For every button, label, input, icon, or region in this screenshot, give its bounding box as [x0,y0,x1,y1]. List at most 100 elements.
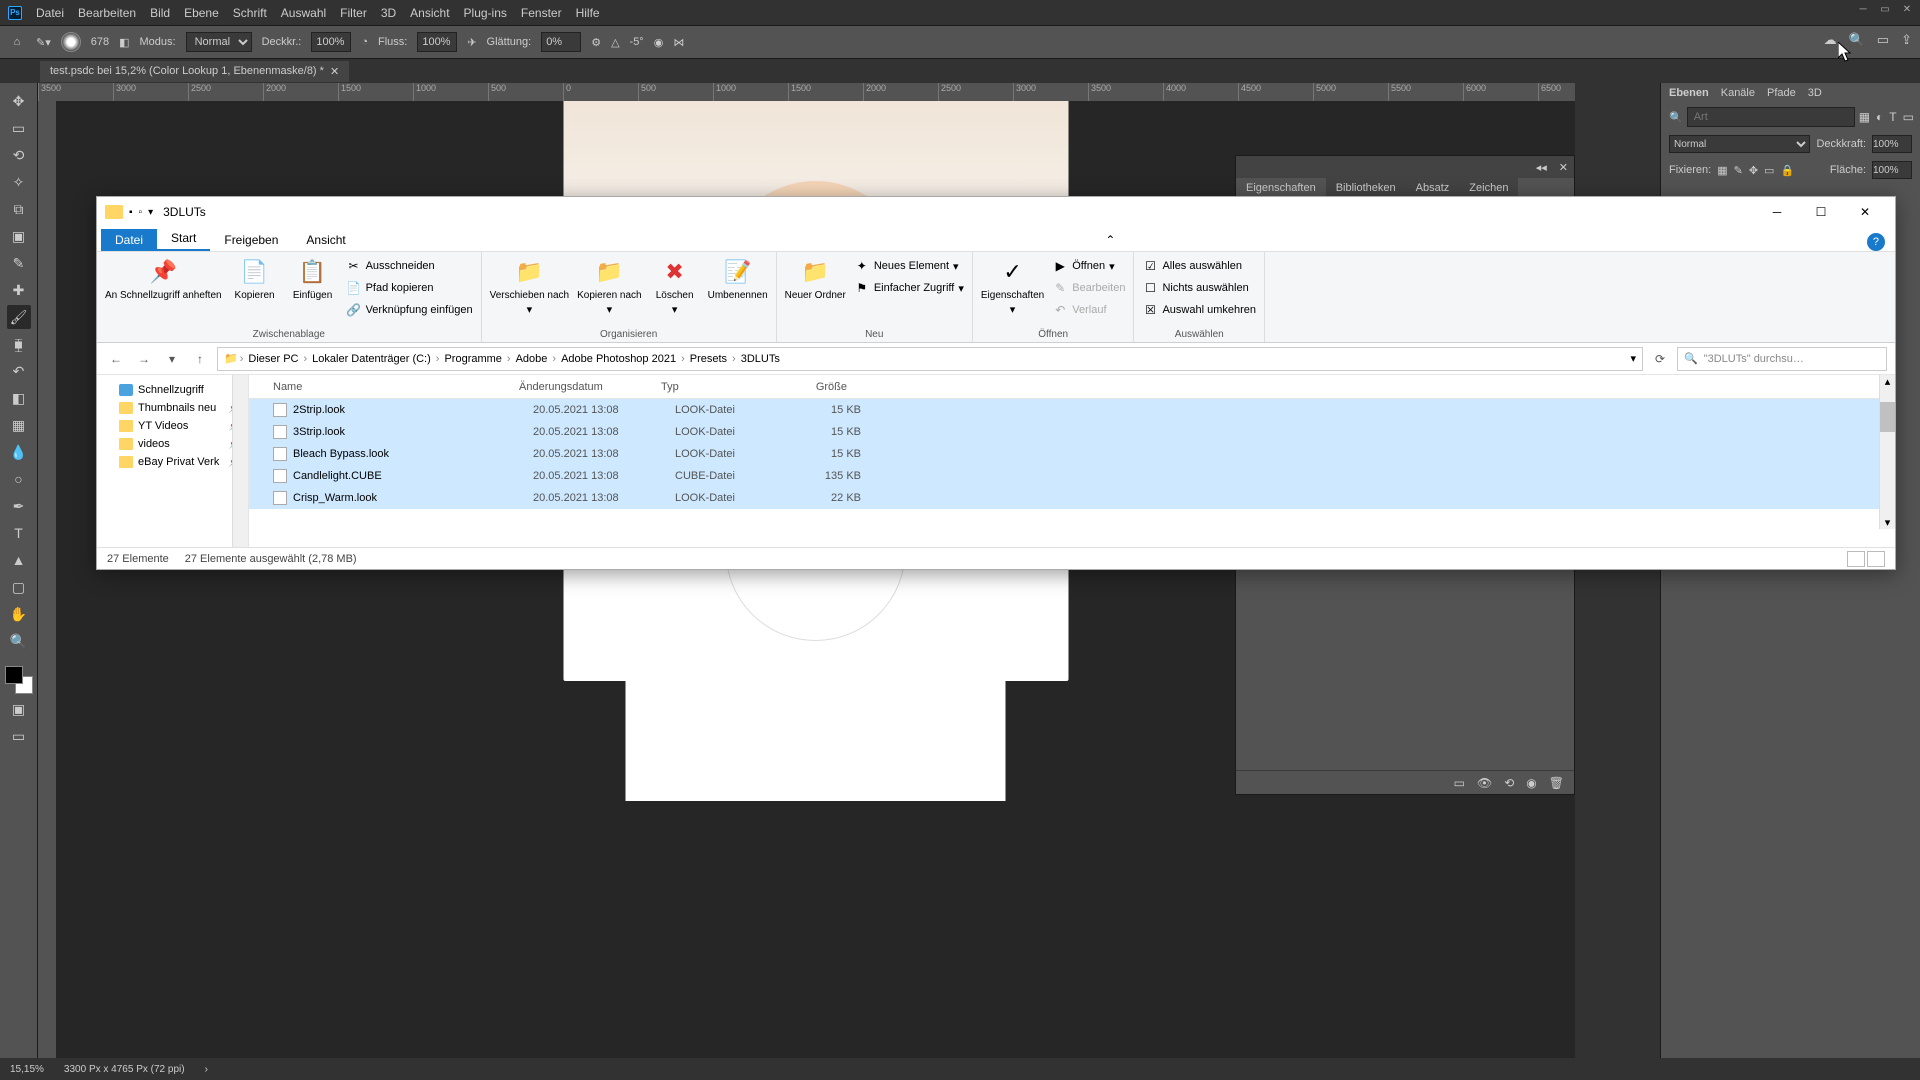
new-item-button[interactable]: ✦Neues Element ▾ [854,256,964,276]
nav-recent-icon[interactable]: ▾ [161,348,183,370]
zoom-level[interactable]: 15,15% [10,1064,44,1075]
copy-to-button[interactable]: 📁Kopieren nach▾ [577,256,642,316]
tab-zeichen[interactable]: Zeichen [1459,178,1518,198]
help-icon[interactable]: ? [1867,233,1885,251]
mask-view-icon[interactable]: 👁 [1477,776,1492,790]
menu-plugins[interactable]: Plug-ins [464,6,507,20]
maximize-icon[interactable]: ▭ [1878,4,1892,15]
bc-item[interactable]: Programme [441,353,504,365]
home-icon[interactable]: ⌂ [8,33,26,51]
qat-properties-icon[interactable]: ▪ [129,207,133,218]
filter-type-icon[interactable]: T [1889,110,1896,124]
glaettung-input[interactable] [541,32,581,52]
rename-button[interactable]: 📝Umbenennen [708,256,768,301]
eraser-tool-icon[interactable]: ◧ [7,386,31,410]
scroll-thumb[interactable] [1880,402,1895,432]
tab-ebenen[interactable]: Ebenen [1669,87,1709,99]
lock-artboard-icon[interactable]: ▭ [1764,164,1774,177]
bc-item[interactable]: Adobe [513,353,551,365]
blend-mode-select[interactable]: Normal [1669,135,1810,153]
tree-item[interactable]: YT Videos📌 [101,417,244,435]
bc-item[interactable]: Presets [687,353,730,365]
move-tool-icon[interactable]: ✥ [7,89,31,113]
tab-3d[interactable]: 3D [1808,87,1822,99]
lock-paint-icon[interactable]: ✎ [1734,164,1743,177]
menu-3d[interactable]: 3D [381,6,396,20]
explorer-close-icon[interactable]: ✕ [1843,198,1887,226]
properties-button[interactable]: ✓Eigenschaften▾ [981,256,1044,316]
search-icon[interactable]: 🔍 [1849,32,1865,48]
explorer-maximize-icon[interactable]: ☐ [1799,198,1843,226]
status-arrow-icon[interactable]: › [205,1064,208,1075]
move-to-button[interactable]: 📁Verschieben nach▾ [490,256,570,316]
shape-tool-icon[interactable]: ▢ [7,575,31,599]
nav-up-icon[interactable]: ↑ [189,348,211,370]
paste-shortcut-button[interactable]: 🔗Verknüpfung einfügen [346,300,473,320]
tab-bibliotheken[interactable]: Bibliotheken [1326,178,1406,198]
close-icon[interactable]: ✕ [1900,4,1914,15]
close-tab-icon[interactable]: ✕ [330,65,339,78]
menu-ebene[interactable]: Ebene [184,6,219,20]
zoom-tool-icon[interactable]: 🔍 [7,629,31,653]
paste-button[interactable]: 📋 Einfügen [288,256,338,301]
filter-pixel-icon[interactable]: ▦ [1859,110,1870,124]
filter-adjust-icon[interactable]: ◐ [1876,110,1883,124]
minimize-icon[interactable]: ─ [1856,4,1870,15]
panel-collapse-icon[interactable]: ◂◂ [1536,161,1547,174]
col-size[interactable]: Größe [777,381,847,393]
breadcrumb[interactable]: 📁 › Dieser PC› Lokaler Datenträger (C:)›… [217,347,1643,371]
menu-auswahl[interactable]: Auswahl [281,6,326,20]
tool-preset-icon[interactable]: ✎▾ [36,36,51,49]
blend-mode-toggle-icon[interactable]: ◧ [119,36,129,49]
cloud-docs-icon[interactable]: ☁ [1824,32,1837,48]
layer-fill-input[interactable] [1872,161,1912,179]
path-select-icon[interactable]: ▲ [7,548,31,572]
scroll-up-icon[interactable]: ▴ [1880,375,1895,388]
tree-item[interactable]: eBay Privat Verk📌 [101,453,244,471]
col-date[interactable]: Änderungsdatum [519,381,661,393]
bc-dropdown-icon[interactable]: ▾ [1630,352,1636,365]
mask-apply-icon[interactable]: ◉ [1526,776,1536,790]
eyedropper-tool-icon[interactable]: ✎ [7,251,31,275]
bc-item[interactable]: Dieser PC [245,353,301,365]
mask-delete-icon[interactable]: 🗑 [1549,776,1564,790]
bc-item[interactable]: Adobe Photoshop 2021 [558,353,679,365]
lasso-tool-icon[interactable]: ⟲ [7,143,31,167]
mask-invert-icon[interactable]: ⟲ [1504,776,1514,790]
pressure-opacity-icon[interactable]: ◔ [361,36,368,48]
ribbontab-datei[interactable]: Datei [101,229,157,251]
tab-pfade[interactable]: Pfade [1767,87,1796,99]
pressure-size-icon[interactable]: ◉ [654,36,664,49]
tab-absatz[interactable]: Absatz [1406,178,1460,198]
history-brush-icon[interactable]: ↶ [7,359,31,383]
file-row[interactable]: 2Strip.look20.05.2021 13:08LOOK-Datei15 … [249,399,1895,421]
wand-tool-icon[interactable]: ✧ [7,170,31,194]
view-details-icon[interactable] [1847,551,1865,567]
nav-tree[interactable]: Schnellzugriff Thumbnails neu📌 YT Videos… [97,375,249,547]
menu-bild[interactable]: Bild [150,6,170,20]
qat-newfolder-icon[interactable]: ▫ [139,207,143,218]
pen-tool-icon[interactable]: ✒ [7,494,31,518]
open-button[interactable]: ▶Öffnen ▾ [1052,256,1125,276]
nav-forward-icon[interactable]: → [133,348,155,370]
col-name[interactable]: Name [273,381,519,393]
copy-path-button[interactable]: 📄Pfad kopieren [346,278,473,298]
color-picker[interactable] [5,666,33,694]
qat-dropdown-icon[interactable]: ▾ [148,207,153,218]
new-folder-button[interactable]: 📁Neuer Ordner [785,256,846,301]
brush-preview-icon[interactable] [61,32,81,52]
ribbontab-freigeben[interactable]: Freigeben [210,229,292,251]
tree-item[interactable]: videos📌 [101,435,244,453]
share-icon[interactable]: ⇪ [1901,32,1912,48]
view-large-icon[interactable] [1867,551,1885,567]
lock-transparency-icon[interactable]: ▦ [1717,164,1727,177]
layer-filter-input[interactable] [1687,107,1855,127]
marquee-tool-icon[interactable]: ▭ [7,116,31,140]
file-row[interactable]: Candlelight.CUBE20.05.2021 13:08CUBE-Dat… [249,465,1895,487]
modus-select[interactable]: Normal [186,32,252,52]
lock-all-icon[interactable]: 🔒 [1780,164,1794,177]
filter-shape-icon[interactable]: ▭ [1903,110,1914,124]
nav-back-icon[interactable]: ← [105,348,127,370]
crop-tool-icon[interactable]: ⧉ [7,197,31,221]
scroll-down-icon[interactable]: ▾ [1880,516,1895,529]
